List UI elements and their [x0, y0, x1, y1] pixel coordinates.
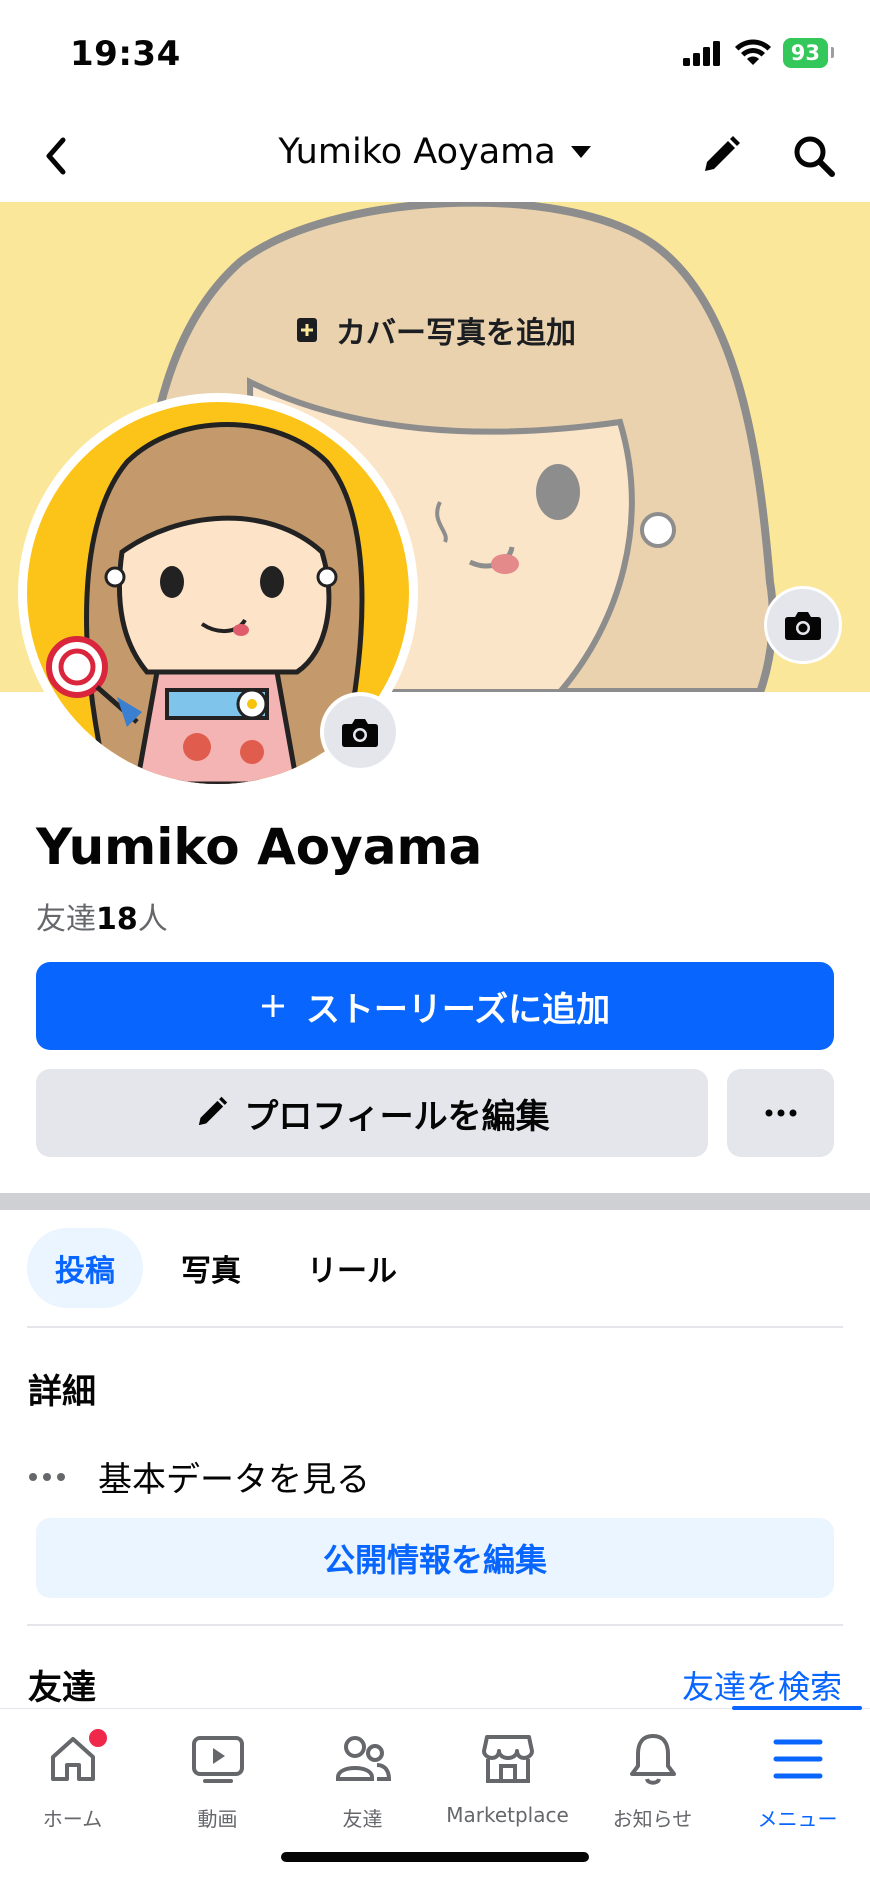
- plus-icon: [261, 995, 284, 1017]
- friends-section-title: 友達: [28, 1668, 96, 1708]
- marketplace-icon-wrap: [478, 1729, 538, 1789]
- menu-icon: [773, 1739, 822, 1779]
- friends-icon-wrap: [333, 1729, 393, 1789]
- profile-tabs: 投稿 写真 リール: [27, 1228, 425, 1308]
- add-story-label: ストーリーズに追加: [305, 989, 611, 1030]
- status-bar: 19:34 93: [0, 0, 870, 110]
- wifi-icon: [734, 39, 771, 65]
- marketplace-icon: [481, 1735, 534, 1783]
- pencil-icon: [705, 136, 740, 171]
- friends-icon: [335, 1736, 391, 1781]
- nav-friends-label: 友達: [342, 1807, 383, 1831]
- notification-badge: [86, 1727, 109, 1749]
- home-icon-wrap: [43, 1727, 109, 1789]
- bell-icon: [629, 1734, 676, 1785]
- add-photo-icon: [297, 318, 317, 342]
- nav-video[interactable]: 動画: [145, 1729, 290, 1832]
- nav-home[interactable]: ホーム: [0, 1727, 145, 1832]
- menu-icon-wrap: [768, 1729, 828, 1789]
- section-divider: [0, 1193, 870, 1210]
- nav-video-label: 動画: [197, 1807, 238, 1831]
- add-cover-label: カバー写真を追加: [336, 316, 576, 351]
- tab-reels[interactable]: リール: [279, 1228, 425, 1308]
- tab-photos[interactable]: 写真: [153, 1228, 269, 1308]
- find-friends-link[interactable]: 友達を検索: [682, 1662, 842, 1708]
- nav-home-label: ホーム: [42, 1807, 103, 1831]
- basic-data-label: 基本データを見る: [98, 1460, 370, 1500]
- friends-number: 18: [96, 902, 138, 937]
- nav-menu[interactable]: メニュー: [725, 1729, 870, 1832]
- details-title: 詳細: [28, 1372, 96, 1412]
- basic-data-link[interactable]: 基本データを見る: [28, 1452, 370, 1501]
- status-time: 19:34: [70, 34, 181, 74]
- nav-marketplace[interactable]: Marketplace: [435, 1729, 580, 1827]
- edit-public-info-button[interactable]: 公開情報を編集: [36, 1518, 834, 1598]
- caret-down-icon: [570, 146, 591, 158]
- search-button[interactable]: [786, 128, 842, 184]
- video-icon: [191, 1736, 244, 1783]
- friends-suffix: 人: [137, 902, 168, 937]
- cover-camera-button[interactable]: [764, 586, 842, 664]
- friends-count[interactable]: 友達18人: [36, 894, 168, 938]
- bell-icon-wrap: [623, 1729, 683, 1789]
- add-story-button[interactable]: ストーリーズに追加: [36, 962, 834, 1050]
- more-dots-icon: [765, 1109, 796, 1117]
- pencil-icon: [199, 1096, 228, 1126]
- profile-camera-button[interactable]: [320, 692, 400, 772]
- friends-prefix: 友達: [36, 902, 96, 937]
- home-indicator[interactable]: [281, 1852, 589, 1862]
- profile-name: Yumiko Aoyama: [36, 818, 483, 876]
- add-cover-button[interactable]: カバー写真を追加: [0, 308, 870, 352]
- video-icon-wrap: [188, 1729, 248, 1789]
- active-tab-indicator: [732, 1706, 862, 1710]
- cellular-signal-icon: [682, 41, 720, 66]
- more-dots-icon: [29, 1472, 65, 1481]
- status-icons: 93: [682, 38, 835, 68]
- camera-icon: [342, 719, 378, 747]
- details-divider: [27, 1624, 843, 1626]
- nav-menu-label: メニュー: [757, 1807, 838, 1831]
- nav-notifications[interactable]: お知らせ: [580, 1729, 725, 1832]
- tab-posts[interactable]: 投稿: [27, 1228, 143, 1308]
- top-nav-bar: Yumiko Aoyama: [0, 110, 870, 202]
- nav-marketplace-label: Marketplace: [446, 1803, 569, 1827]
- more-options-button[interactable]: [727, 1069, 834, 1157]
- nav-title: Yumiko Aoyama: [278, 132, 556, 172]
- nav-notifications-label: お知らせ: [612, 1807, 693, 1831]
- edit-profile-button[interactable]: プロフィールを編集: [36, 1069, 708, 1157]
- search-icon: [794, 136, 835, 177]
- nav-friends[interactable]: 友達: [290, 1729, 435, 1832]
- battery-level: 93: [790, 41, 820, 65]
- edit-button[interactable]: [692, 128, 748, 184]
- edit-profile-label: プロフィールを編集: [244, 1096, 550, 1137]
- tabs-divider: [27, 1326, 843, 1328]
- camera-icon: [785, 612, 821, 640]
- battery-indicator: 93: [782, 38, 835, 68]
